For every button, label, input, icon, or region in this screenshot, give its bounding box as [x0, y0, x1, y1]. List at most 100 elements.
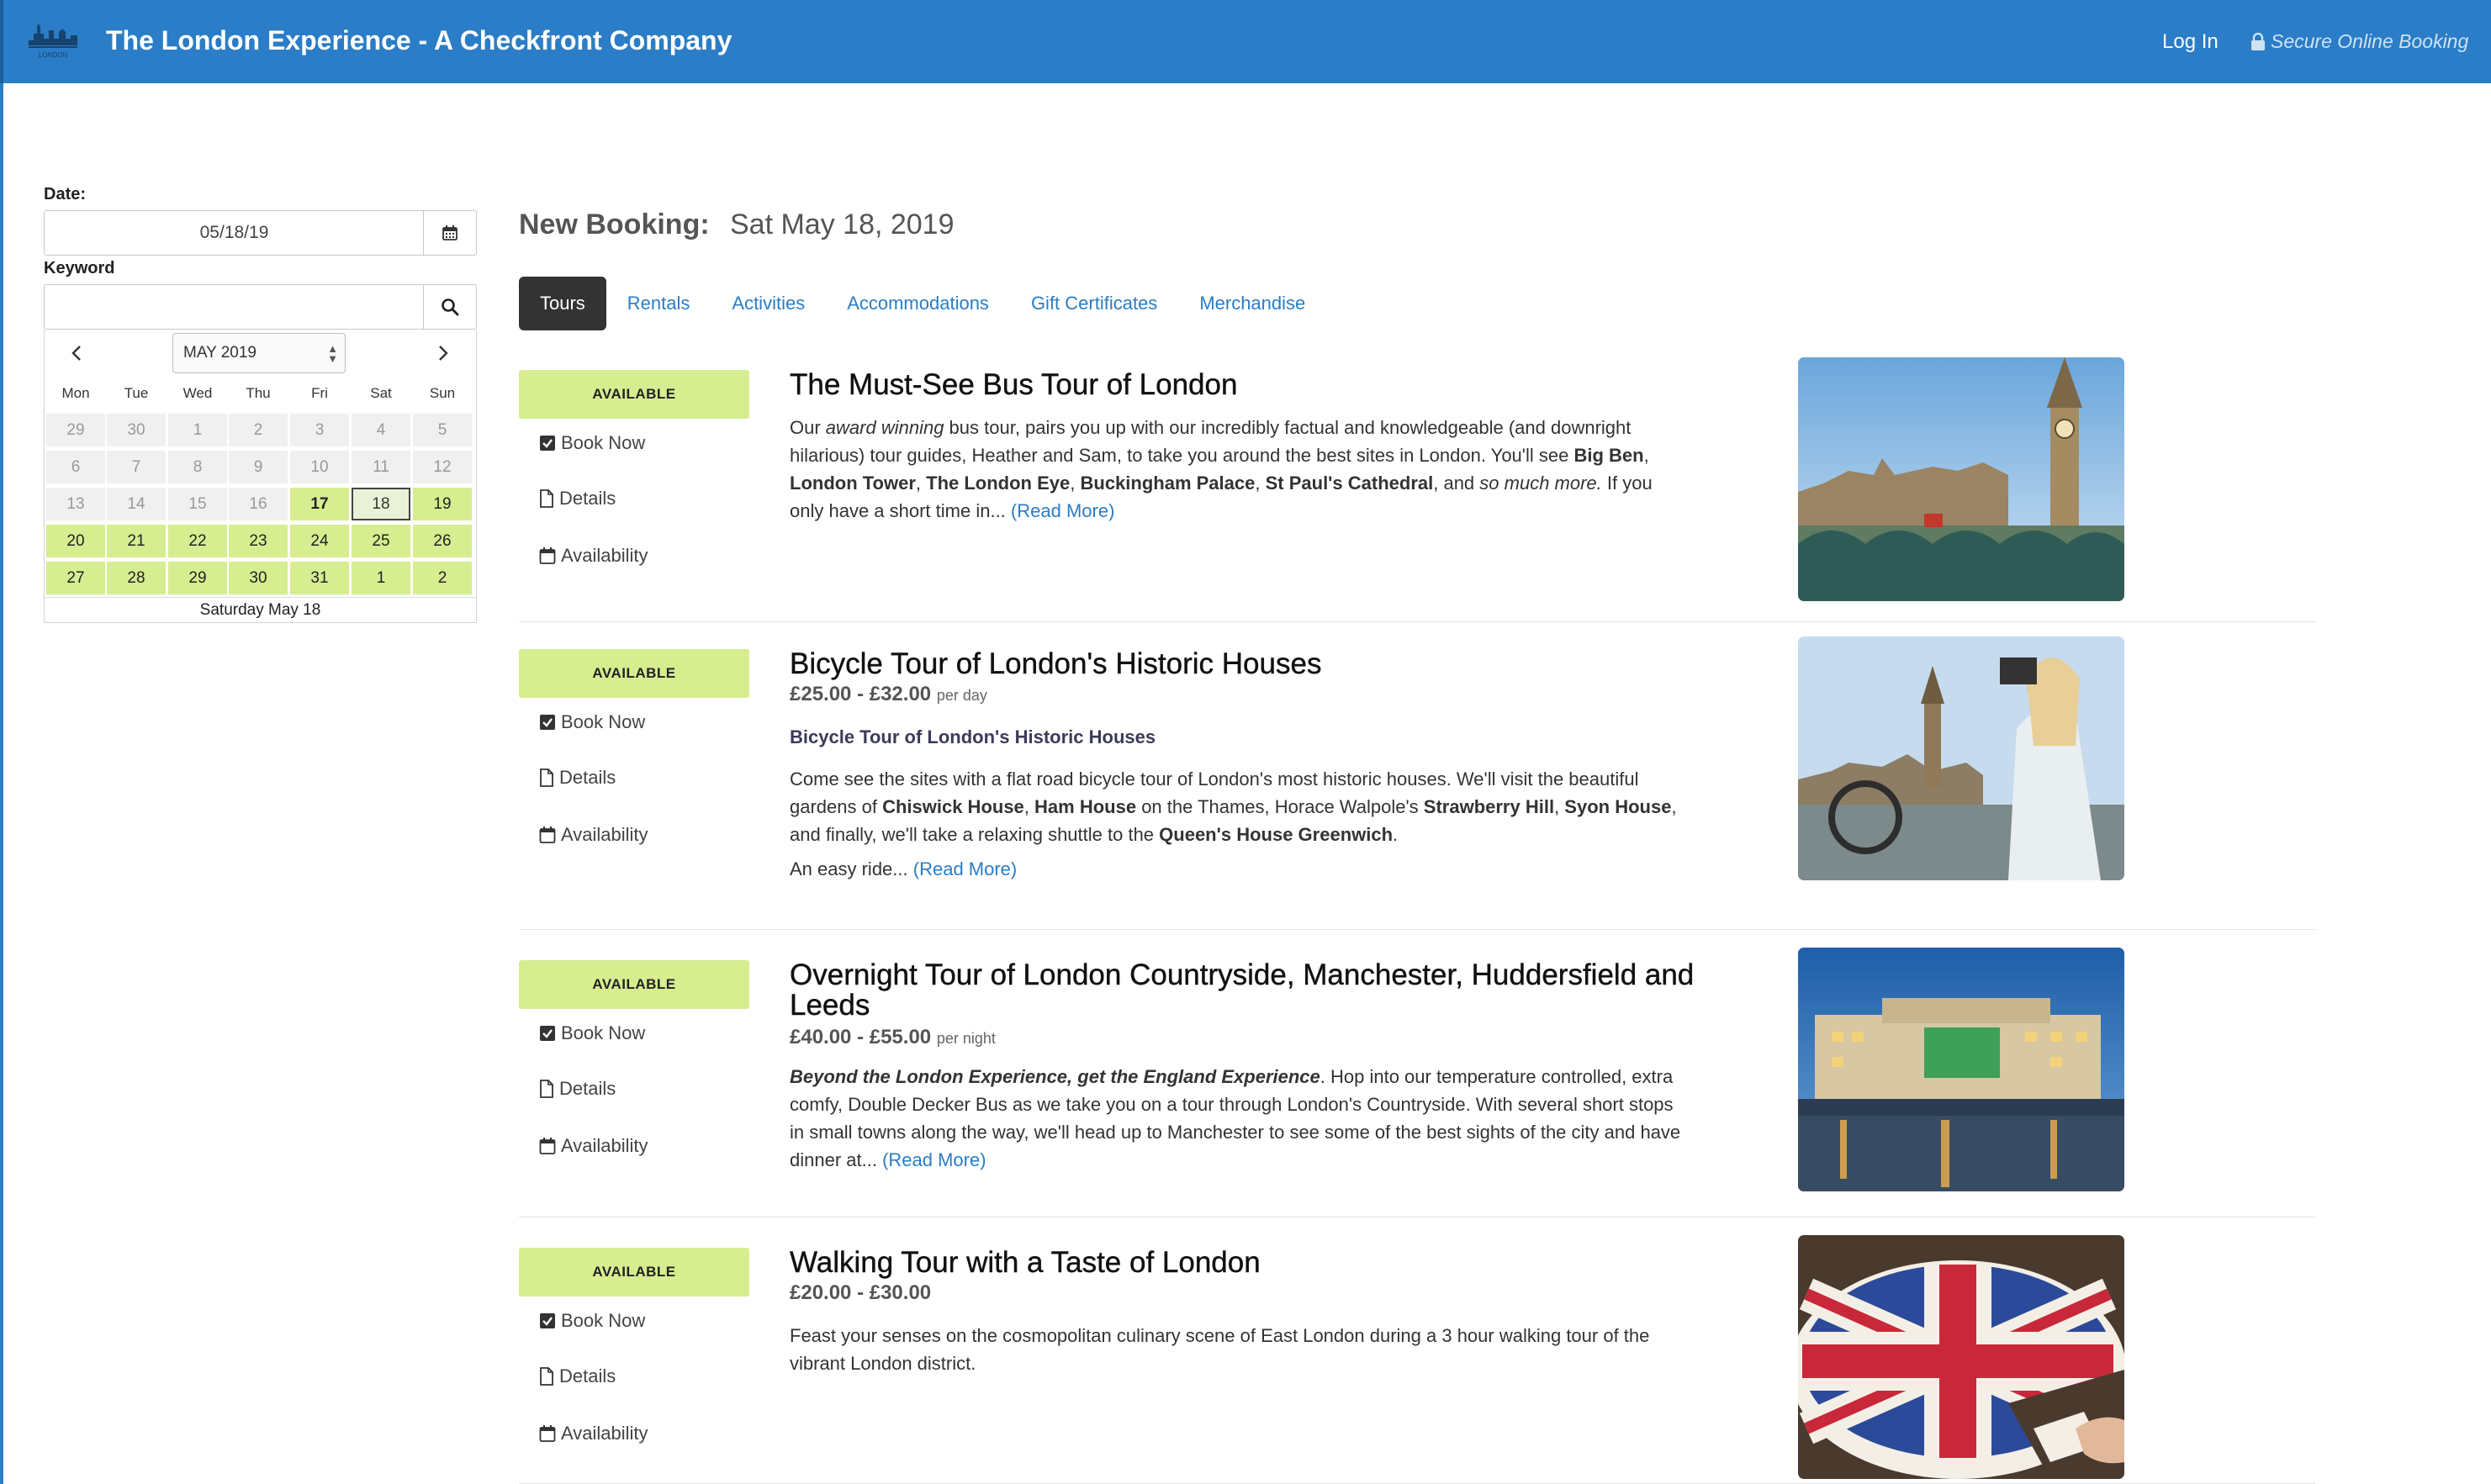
calendar-day[interactable]: 2 — [413, 562, 472, 594]
book-now-link[interactable]: Book Now — [539, 432, 645, 454]
calendar-day[interactable]: 24 — [290, 525, 349, 557]
calendar-day: 8 — [168, 451, 227, 483]
weekday-thu: Thu — [246, 385, 271, 401]
calendar-prev-button[interactable] — [60, 338, 93, 368]
calendar-day[interactable]: 18 — [352, 488, 410, 520]
availability-label: Availability — [561, 824, 648, 845]
details-link[interactable]: Details — [539, 488, 616, 510]
description-extra-text: An easy ride... — [790, 858, 908, 879]
category-tabs: Tours Rentals Activities Accommodations Gift… — [519, 277, 1326, 330]
read-more-link[interactable]: (Read More) — [882, 1149, 986, 1170]
available-badge[interactable]: AVAILABLE — [519, 960, 749, 1009]
tour-title[interactable]: Overnight Tour of London Countryside, Ma… — [790, 959, 1698, 1021]
availability-calendar: MAY 2019 ▲ ▼ Mon Tue Wed Thu Fri Sat Sun 29 30 1 2 3… — [44, 330, 477, 623]
tour-title[interactable]: The Must-See Bus Tour of London — [790, 369, 1698, 400]
available-badge[interactable]: AVAILABLE — [519, 370, 749, 419]
checkbox-checked-icon — [540, 1313, 555, 1328]
secure-booking-label: Secure Online Booking — [2250, 30, 2468, 53]
availability-link[interactable]: Availability — [539, 1135, 648, 1157]
calendar-day[interactable]: 28 — [107, 562, 166, 594]
book-now-label: Book Now — [561, 1310, 646, 1331]
price-value: £40.00 - £55.00 — [790, 1026, 932, 1048]
available-badge[interactable]: AVAILABLE — [519, 649, 749, 698]
secure-booking-text: Secure Online Booking — [2271, 30, 2469, 52]
login-link[interactable]: Log In — [2162, 30, 2219, 54]
calendar-day: 5 — [413, 414, 472, 446]
price-unit: per night — [936, 1030, 996, 1047]
chevron-right-icon — [439, 346, 448, 361]
tour-description: Come see the sites with a flat road bicy… — [790, 765, 1690, 848]
book-now-label: Book Now — [561, 1022, 646, 1043]
book-now-link[interactable]: Book Now — [539, 1022, 645, 1044]
details-link[interactable]: Details — [539, 1078, 616, 1100]
month-select[interactable]: MAY 2019 ▲ ▼ — [172, 333, 346, 373]
tour-description: Our award winning bus tour, pairs you up… — [790, 414, 1690, 525]
price-range: £40.00 - £55.00 per night — [790, 1026, 996, 1049]
tab-accommodations[interactable]: Accommodations — [826, 277, 1010, 330]
calendar-day[interactable]: 25 — [352, 525, 410, 557]
details-link[interactable]: Details — [539, 1365, 616, 1387]
calendar-day: 1 — [168, 414, 227, 446]
availability-label: Availability — [561, 1135, 648, 1156]
description-text: Come see the sites with a flat road bicy… — [790, 768, 1677, 845]
calendar-day[interactable]: 29 — [168, 562, 227, 594]
weekday-sat: Sat — [370, 385, 392, 401]
book-now-link[interactable]: Book Now — [539, 711, 645, 733]
available-badge[interactable]: AVAILABLE — [519, 1248, 749, 1297]
calendar-day[interactable]: 26 — [413, 525, 472, 557]
read-more-link[interactable]: (Read More) — [913, 858, 1017, 879]
calendar-day[interactable]: 21 — [107, 525, 166, 557]
tour-item: AVAILABLE Book Now Details Availability Walk… — [519, 1235, 2315, 1484]
calendar-day[interactable]: 22 — [168, 525, 227, 557]
calendar-day[interactable]: 20 — [46, 525, 105, 557]
checkbox-checked-icon — [540, 436, 555, 451]
calendar-icon — [539, 826, 556, 843]
tab-activities[interactable]: Activities — [711, 277, 826, 330]
calendar-day[interactable]: 17 — [290, 488, 349, 520]
calendar-day[interactable]: 30 — [229, 562, 288, 594]
tab-rentals[interactable]: Rentals — [606, 277, 711, 330]
tab-merchandise[interactable]: Merchandise — [1178, 277, 1326, 330]
tour-image[interactable] — [1798, 1235, 2124, 1479]
tab-tours[interactable]: Tours — [519, 277, 606, 330]
tour-title[interactable]: Bicycle Tour of London's Historic Houses — [790, 648, 1698, 679]
site-title[interactable]: The London Experience - A Checkfront Com… — [106, 25, 732, 56]
tour-image[interactable] — [1798, 357, 2124, 601]
calendar-day: 10 — [290, 451, 349, 483]
calendar-day[interactable]: 19 — [413, 488, 472, 520]
availability-link[interactable]: Availability — [539, 545, 648, 567]
calendar-button[interactable] — [423, 210, 477, 256]
read-more-link[interactable]: (Read More) — [1011, 500, 1114, 521]
details-link[interactable]: Details — [539, 767, 616, 789]
calendar-day[interactable]: 1 — [352, 562, 410, 594]
availability-link[interactable]: Availability — [539, 1423, 648, 1444]
tour-item: AVAILABLE Book Now Details Availability The … — [519, 357, 2315, 622]
keyword-input[interactable] — [44, 284, 424, 330]
top-navbar: LONDON The London Experience - A Checkfr… — [0, 0, 2491, 83]
calendar-day: 7 — [107, 451, 166, 483]
tab-gift-certificates[interactable]: Gift Certificates — [1010, 277, 1178, 330]
calendar-day[interactable]: 27 — [46, 562, 105, 594]
select-arrows-icon: ▲ ▼ — [327, 342, 338, 365]
london-skyline-logo-icon[interactable]: LONDON — [25, 15, 81, 66]
price-value: £25.00 - £32.00 — [790, 683, 932, 705]
calendar-day: 13 — [46, 488, 105, 520]
calendar-day: 15 — [168, 488, 227, 520]
weekday-sun: Sun — [429, 385, 456, 401]
calendar-day: 30 — [107, 414, 166, 446]
date-input[interactable]: 05/18/19 — [44, 210, 424, 256]
tour-image[interactable] — [1798, 948, 2124, 1191]
search-button[interactable] — [423, 284, 477, 330]
calendar-day: 16 — [229, 488, 288, 520]
tour-image[interactable] — [1798, 636, 2124, 880]
tour-title[interactable]: Walking Tour with a Taste of London — [790, 1247, 1698, 1278]
calendar-day[interactable]: 23 — [229, 525, 288, 557]
calendar-icon — [442, 225, 457, 240]
book-now-link[interactable]: Book Now — [539, 1310, 645, 1332]
calendar-day[interactable]: 31 — [290, 562, 349, 594]
calendar-icon — [539, 1425, 556, 1442]
tour-description: Beyond the London Experience, get the En… — [790, 1063, 1690, 1174]
book-now-label: Book Now — [561, 711, 646, 732]
availability-link[interactable]: Availability — [539, 824, 648, 846]
calendar-next-button[interactable] — [426, 338, 460, 368]
